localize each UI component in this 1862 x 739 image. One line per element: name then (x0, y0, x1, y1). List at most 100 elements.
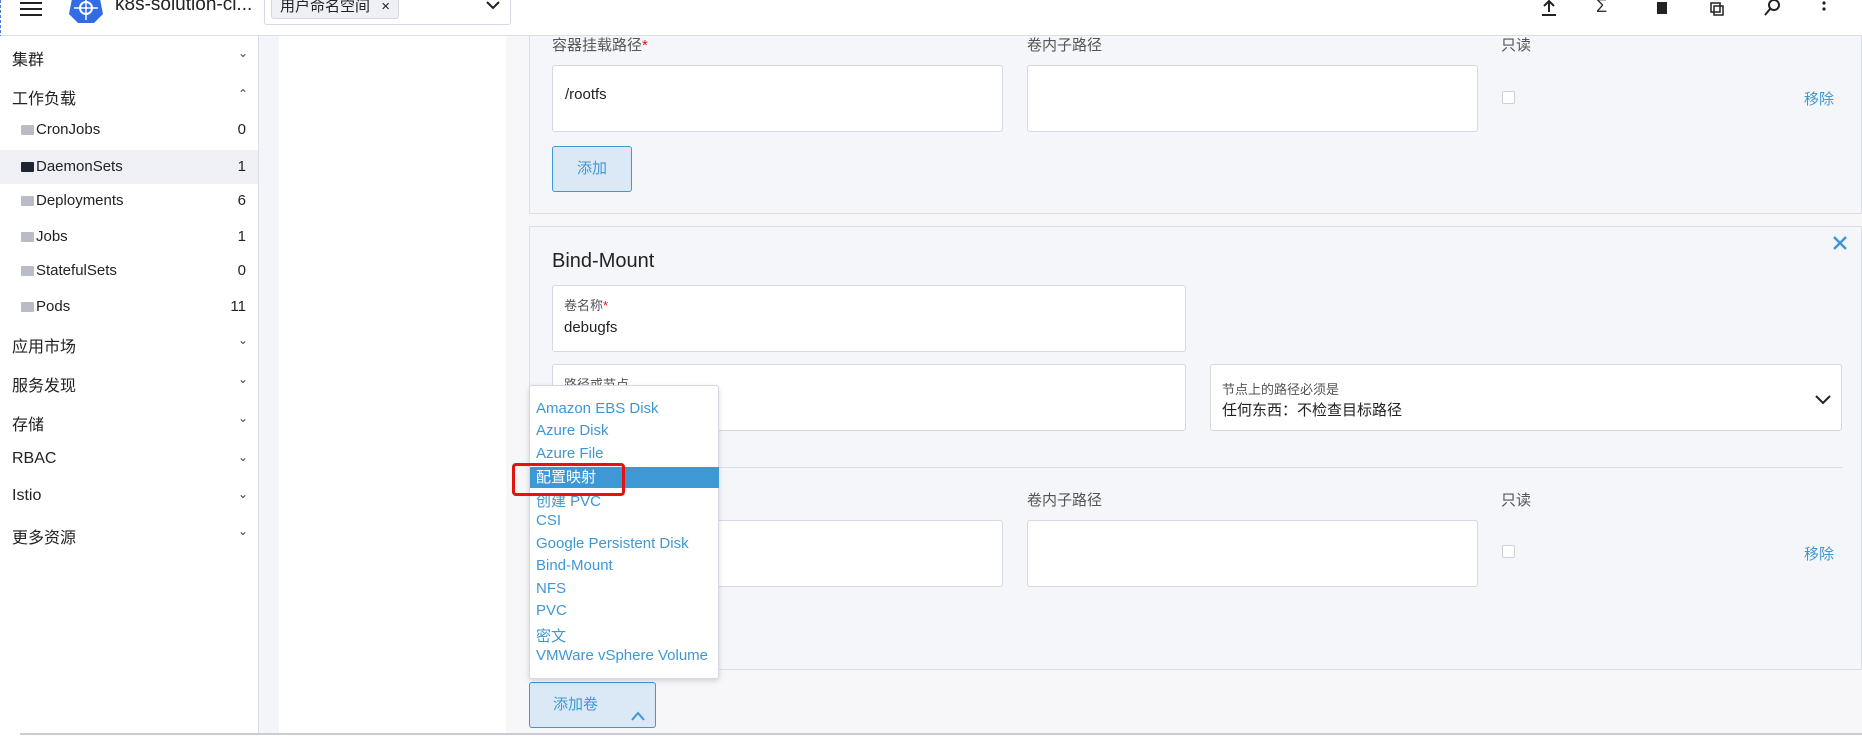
sidebar-group-istio[interactable]: Istio ⌄ (12, 487, 258, 505)
chevron-down-icon[interactable] (486, 0, 500, 15)
sidebar-item-pods[interactable]: Pods 11 (0, 290, 258, 324)
volume-name-value: debugfs (564, 319, 618, 336)
mount-path-input[interactable]: /rootfs (552, 65, 1003, 132)
volume-name-label: 卷名称* (564, 298, 609, 313)
sidebar-group-label: 服务发现 (12, 378, 77, 395)
chevron-down-icon: ⌄ (237, 46, 248, 60)
node-path-select[interactable]: 节点上的路径必须是 任何东西：不检查目标路径 (1210, 364, 1842, 431)
sidebar-group-label: RBAC (12, 450, 57, 467)
sidebar-item-label: CronJobs (36, 121, 101, 138)
close-icon[interactable] (1832, 235, 1848, 256)
node-path-value: 任何东西：不检查目标路径 (1222, 402, 1403, 419)
sub-path-input[interactable] (1027, 65, 1478, 132)
folder-icon (21, 162, 34, 172)
add-volume-button[interactable]: 添加卷 (529, 682, 656, 728)
menu-item-vsphere-volume[interactable]: VMWare vSphere Volume (536, 647, 708, 664)
sidebar-item-cronjobs[interactable]: CronJobs 0 (0, 113, 258, 147)
sidebar-group-rbac[interactable]: RBAC ⌄ (12, 450, 258, 468)
file-icon[interactable] (1656, 0, 1668, 21)
namespace-filter[interactable]: 用户命名空间 × (264, 0, 511, 25)
sidebar-group-app-market[interactable]: 应用市场 ⌄ (12, 333, 258, 357)
sub-path-input[interactable] (1027, 520, 1478, 587)
sidebar-item-statefulsets[interactable]: StatefulSets 0 (0, 254, 258, 288)
folder-icon (21, 125, 34, 135)
sidebar-item-count: 1 (237, 158, 246, 175)
sidebar-item-jobs[interactable]: Jobs 1 (0, 220, 258, 254)
chevron-down-icon: ⌄ (237, 450, 248, 464)
terminal-icon[interactable]: Σ (1596, 0, 1607, 17)
sidebar-group-label: 工作负载 (12, 91, 77, 108)
readonly-label: 只读 (1501, 37, 1532, 54)
sidebar-group-label: 应用市场 (12, 339, 77, 356)
menu-item-azure-disk[interactable]: Azure Disk (536, 422, 609, 439)
volume-name-field[interactable]: 卷名称* debugfs (552, 285, 1186, 352)
section-divider (552, 467, 1842, 468)
remove-mount-link[interactable]: 移除 (1804, 543, 1834, 564)
sidebar-group-more-resources[interactable]: 更多资源 ⌄ (12, 524, 258, 548)
sidebar-item-label: Deployments (36, 192, 124, 209)
sidebar-group-service-discovery[interactable]: 服务发现 ⌄ (12, 372, 258, 396)
folder-icon (21, 232, 34, 242)
readonly-label: 只读 (1501, 492, 1532, 509)
menu-item-google-persistent-disk[interactable]: Google Persistent Disk (536, 535, 689, 552)
sidebar-group-storage[interactable]: 存储 ⌄ (12, 411, 258, 435)
sidebar-group-workloads[interactable]: 工作负载 ⌃ (12, 85, 258, 109)
menu-item-amazon-ebs-disk[interactable]: Amazon EBS Disk (536, 400, 659, 417)
top-bar: k8s-solution-cl... 用户命名空间 × Σ (0, 0, 1862, 36)
namespace-chip-label: 用户命名空间 (280, 0, 371, 15)
sidebar-item-deployments[interactable]: Deployments 6 (0, 184, 258, 218)
sidebar-item-count: 1 (237, 228, 246, 245)
sub-path-label: 卷内子路径 (1027, 37, 1103, 54)
sidebar-group-label: 更多资源 (12, 530, 77, 547)
remove-mount-link[interactable]: 移除 (1804, 88, 1834, 109)
readonly-checkbox[interactable] (1502, 545, 1515, 558)
menu-item-bind-mount[interactable]: Bind-Mount (536, 557, 613, 574)
chevron-down-icon: ⌄ (237, 333, 248, 347)
folder-icon (21, 266, 34, 276)
chip-close-icon[interactable]: × (381, 0, 390, 18)
volume-card-bind-mount: Bind-Mount 卷名称* debugfs 路径或节点 节点上的路径必须是 … (529, 226, 1862, 670)
hamburger-menu-icon[interactable] (20, 2, 42, 16)
add-volume-label: 添加卷 (553, 696, 599, 713)
menu-item-azure-file[interactable]: Azure File (536, 445, 604, 462)
menu-item-pvc[interactable]: PVC (536, 602, 567, 619)
chevron-down-icon: ⌄ (237, 411, 248, 425)
sidebar-group-label: Istio (12, 487, 42, 504)
sidebar-item-daemonsets[interactable]: DaemonSets 1 (0, 150, 258, 184)
add-mount-button[interactable]: 添加 (552, 146, 632, 192)
sidebar-item-count: 6 (237, 192, 246, 209)
mount-path-value: /rootfs (565, 86, 607, 103)
chevron-down-icon: ⌄ (237, 372, 248, 386)
menu-item-secret[interactable]: 密文 (536, 625, 566, 646)
kubernetes-logo (68, 0, 104, 24)
folder-icon (21, 302, 34, 312)
chevron-down-icon: ⌄ (237, 524, 248, 538)
sidebar-item-label: Jobs (36, 228, 68, 245)
content-gutter (259, 36, 279, 735)
menu-item-nfs[interactable]: NFS (536, 580, 566, 597)
more-vertical-icon[interactable] (1822, 0, 1826, 21)
sidebar-group-label: 存储 (12, 417, 45, 434)
copy-icon[interactable] (1710, 0, 1724, 21)
sidebar-group-cluster[interactable]: 集群 ⌄ (12, 46, 258, 70)
mount-path-label: 容器挂载路径* (552, 37, 648, 54)
sidebar: 集群 ⌄ 工作负载 ⌃ CronJobs 0 DaemonSets 1 Depl… (0, 36, 259, 735)
chevron-down-icon (1815, 392, 1831, 409)
sub-path-label: 卷内子路径 (1027, 492, 1103, 509)
highlight-annotation (512, 463, 625, 496)
card-title: Bind-Mount (552, 250, 655, 272)
chevron-down-icon: ⌄ (237, 487, 248, 501)
sidebar-item-count: 11 (230, 298, 246, 315)
readonly-checkbox[interactable] (1502, 91, 1515, 104)
volume-card-hostpath: 容器挂载路径* /rootfs 卷内子路径 只读 移除 添加 (529, 36, 1862, 214)
menu-item-csi[interactable]: CSI (536, 512, 561, 529)
volume-type-menu: Amazon EBS Disk Azure Disk Azure File 配置… (529, 385, 719, 679)
upload-icon[interactable] (1540, 0, 1558, 23)
sidebar-group-label: 集群 (12, 52, 45, 69)
form-left-margin (279, 36, 506, 735)
search-icon[interactable] (1764, 0, 1782, 21)
sidebar-item-label: Pods (36, 298, 71, 315)
namespace-chip: 用户命名空间 × (271, 0, 400, 19)
sidebar-item-count: 0 (237, 121, 246, 138)
cluster-name[interactable]: k8s-solution-cl... (115, 0, 252, 16)
